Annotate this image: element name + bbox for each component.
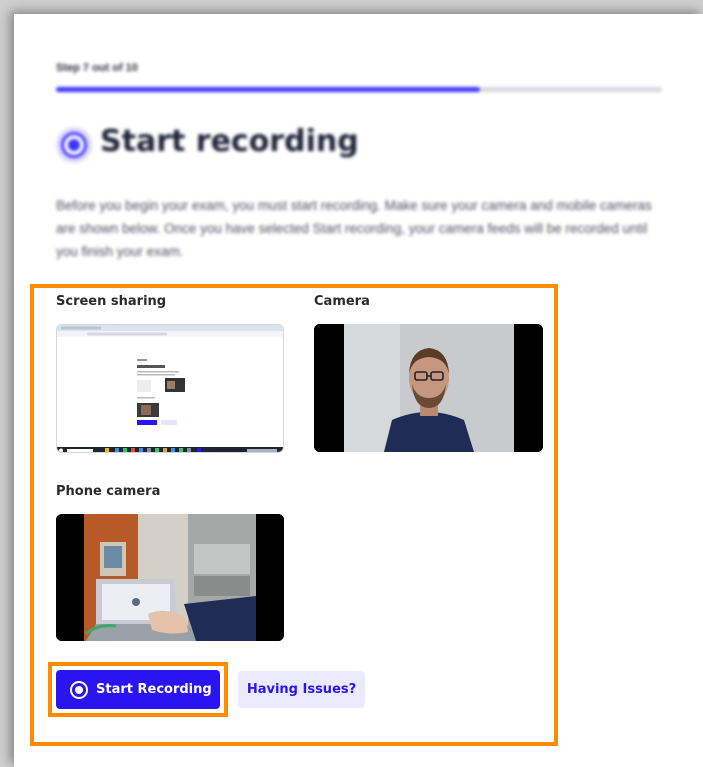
step-indicator: Step 7 out of 10 <box>56 62 138 74</box>
record-icon <box>56 127 92 163</box>
start-recording-label: Start Recording <box>96 682 212 697</box>
start-recording-button[interactable]: Start Recording <box>56 670 220 709</box>
progress-bar <box>56 87 662 92</box>
intro-text: Before you begin your exam, you must sta… <box>56 198 652 259</box>
screen-share-preview <box>56 324 284 453</box>
screen-sharing-label: Screen sharing <box>56 294 167 309</box>
exam-setup-panel: Step 7 out of 10 Start recording Before … <box>14 14 703 767</box>
progress-fill <box>56 87 481 92</box>
phone-camera-label: Phone camera <box>56 484 161 499</box>
camera-preview <box>314 324 543 452</box>
phone-camera-preview <box>56 514 284 641</box>
record-circle-icon <box>70 680 88 699</box>
camera-label: Camera <box>314 294 370 309</box>
page-title: Start recording <box>100 124 359 159</box>
having-issues-button[interactable]: Having Issues? <box>238 671 365 708</box>
